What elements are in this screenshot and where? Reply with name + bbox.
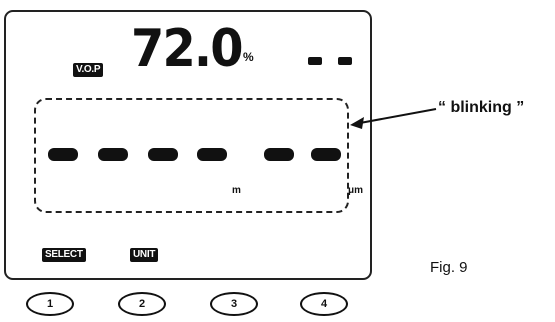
figure-caption: Fig. 9	[430, 259, 468, 276]
vop-label: V.O.P	[73, 63, 104, 77]
blink-segment-1	[48, 148, 78, 161]
unit-label: UNIT	[130, 248, 159, 262]
top-right-dashes	[308, 57, 352, 65]
blink-segment-4	[197, 148, 227, 161]
main-value: 72.0	[131, 19, 244, 79]
blinking-area	[34, 98, 349, 213]
button-2[interactable]: 2	[118, 292, 166, 316]
main-unit: %	[243, 50, 254, 64]
button-4[interactable]: 4	[300, 292, 348, 316]
unit-m: m	[232, 185, 241, 196]
select-label: SELECT	[42, 248, 86, 262]
dash-segment	[338, 57, 352, 65]
blink-segment-3	[148, 148, 178, 161]
button-3[interactable]: 3	[210, 292, 258, 316]
blink-segment-5	[264, 148, 294, 161]
callout-text: “ blinking ”	[438, 99, 525, 116]
blink-segment-2	[98, 148, 128, 161]
unit-um: μm	[348, 185, 364, 196]
button-1[interactable]: 1	[26, 292, 74, 316]
dash-segment	[308, 57, 322, 65]
blink-segment-6	[311, 148, 341, 161]
